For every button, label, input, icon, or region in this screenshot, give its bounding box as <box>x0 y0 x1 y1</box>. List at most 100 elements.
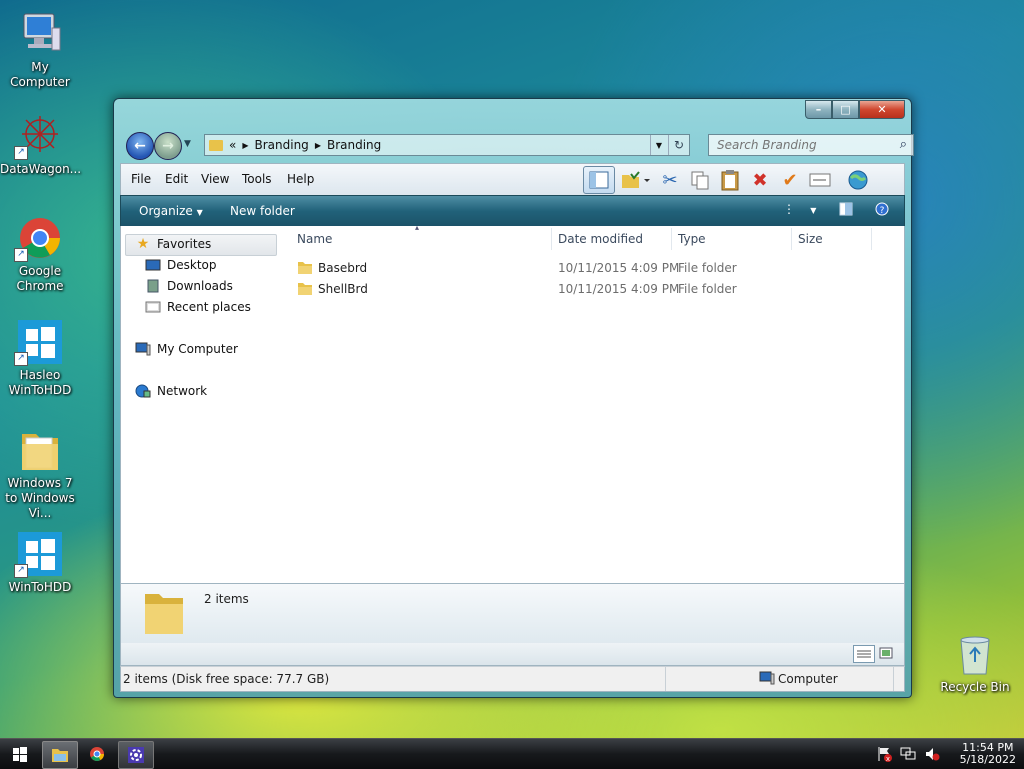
breadcrumb-item[interactable]: Branding <box>255 138 309 152</box>
desktop-icon-wintohdd[interactable]: ↗ WinToHDD <box>0 530 80 595</box>
column-type[interactable]: Type <box>678 232 706 246</box>
search-box[interactable]: ⌕ <box>708 134 914 156</box>
taskbar: x 11:54 PM 5/18/2022 <box>0 738 1024 769</box>
column-divider[interactable] <box>791 228 792 250</box>
paste-button[interactable] <box>715 167 745 193</box>
new-folder-button[interactable]: New folder <box>230 204 295 218</box>
checkmark-icon: ✔ <box>782 169 798 191</box>
delete-button[interactable]: ✖ <box>745 167 775 193</box>
refresh-button[interactable]: ↻ <box>668 135 689 155</box>
explorer-window[interactable]: – □ ✕ ← → ▼ « ▶ Branding ▶ Branding ▼ ↻ … <box>113 98 914 698</box>
preview-pane-toggle[interactable] <box>839 202 853 219</box>
file-list[interactable]: ▴ Name Date modified Type Size Basebrd 1… <box>279 223 905 583</box>
desktop-icon <box>145 258 161 272</box>
desktop-icon-google-chrome[interactable]: ↗ Google Chrome <box>0 214 80 294</box>
folder-options-button[interactable] <box>615 167 655 193</box>
nav-item-desktop[interactable]: Desktop <box>145 255 217 275</box>
status-divider <box>665 667 666 691</box>
action-center-flag-icon[interactable]: x <box>876 746 892 765</box>
arrow-left-icon: ← <box>134 138 146 154</box>
windows-logo-icon: ↗ <box>14 318 64 366</box>
copy-button[interactable] <box>685 167 715 193</box>
minimize-icon: – <box>815 103 822 116</box>
menu-file[interactable]: File <box>131 172 151 186</box>
clock-date: 5/18/2022 <box>959 753 1016 766</box>
computer-icon <box>759 671 775 688</box>
desktop-icon-windows7-to-vista[interactable]: Windows 7 to Windows Vi... <box>0 426 80 521</box>
system-clock[interactable]: 11:54 PM 5/18/2022 <box>960 742 1016 766</box>
network-icon <box>135 384 151 398</box>
properties-button[interactable]: ✔ <box>775 167 805 193</box>
pane-icon <box>839 202 853 216</box>
breadcrumb-overflow[interactable]: « <box>229 138 236 152</box>
details-view-button[interactable] <box>853 645 875 663</box>
taskbar-chrome-button[interactable] <box>82 741 112 767</box>
menu-help[interactable]: Help <box>287 172 314 186</box>
menu-view[interactable]: View <box>201 172 229 186</box>
help-button[interactable]: ? <box>875 202 889 219</box>
column-date-modified[interactable]: Date modified <box>558 232 643 246</box>
view-options-button[interactable]: ⋮ ▼ <box>783 202 816 216</box>
column-name[interactable]: Name <box>297 232 332 246</box>
navigation-row: ← → ▼ « ▶ Branding ▶ Branding ▼ ↻ ⌕ <box>124 132 914 160</box>
tiles-view-button[interactable] <box>877 645 895 661</box>
cut-button[interactable]: ✂ <box>655 167 685 193</box>
organize-button[interactable]: Organize ▼ <box>139 204 203 218</box>
folder-icon <box>209 139 223 151</box>
desktop-icon-recycle-bin[interactable]: Recycle Bin <box>935 630 1015 695</box>
gear-icon <box>128 747 144 763</box>
nav-item-favorites[interactable]: ★ Favorites <box>135 234 212 254</box>
large-icons-view-icon <box>879 647 893 659</box>
rename-icon <box>809 173 831 187</box>
rename-button[interactable] <box>805 167 835 193</box>
arrow-right-icon: → <box>162 138 174 154</box>
menu-edit[interactable]: Edit <box>165 172 188 186</box>
desktop-icon-hasleo-wintohdd[interactable]: ↗ Hasleo WinToHDD <box>0 318 80 398</box>
desktop-icon-label: Hasleo WinToHDD <box>8 368 72 397</box>
menu-bar: File Edit View Tools Help ✂ ✖ ✔ <box>120 163 905 196</box>
file-date: 10/11/2015 4:09 PM <box>558 261 680 275</box>
search-icon[interactable]: ⌕ <box>900 137 907 152</box>
caption-buttons: – □ ✕ <box>805 100 905 119</box>
desktop-icon-my-computer[interactable]: My Computer <box>0 10 80 90</box>
nav-item-recent-places[interactable]: Recent places <box>145 297 251 317</box>
address-dropdown-button[interactable]: ▼ <box>650 135 667 155</box>
downloads-icon <box>145 279 161 293</box>
back-button[interactable]: ← <box>126 132 154 160</box>
sort-indicator-icon: ▴ <box>415 223 420 232</box>
folder-icon <box>52 749 68 762</box>
desktop-icon-label: Windows 7 to Windows Vi... <box>5 476 75 520</box>
nav-label: Downloads <box>167 279 233 293</box>
nav-item-downloads[interactable]: Downloads <box>145 276 233 296</box>
address-bar[interactable]: « ▶ Branding ▶ Branding ▼ ↻ <box>204 134 690 156</box>
search-input[interactable] <box>715 137 891 153</box>
recent-pages-dropdown[interactable]: ▼ <box>184 139 191 149</box>
internet-button[interactable] <box>843 167 873 193</box>
taskbar-settings-button[interactable] <box>118 741 154 769</box>
column-divider[interactable] <box>671 228 672 250</box>
menu-tools[interactable]: Tools <box>242 172 272 186</box>
column-divider[interactable] <box>551 228 552 250</box>
breadcrumb-item[interactable]: Branding <box>327 138 381 152</box>
nav-item-network[interactable]: Network <box>135 381 207 401</box>
forward-button[interactable]: → <box>154 132 182 160</box>
column-size[interactable]: Size <box>798 232 823 246</box>
start-button[interactable] <box>6 741 34 767</box>
preview-pane-button[interactable] <box>583 166 615 194</box>
column-divider[interactable] <box>871 228 872 250</box>
desktop-icon-datawagon[interactable]: ↗ DataWagon... <box>0 112 81 177</box>
layout-pane-icon <box>589 171 609 189</box>
table-row[interactable]: ShellBrd 10/11/2015 4:09 PM File folder <box>279 279 904 299</box>
delete-x-icon: ✖ <box>752 169 768 191</box>
table-row[interactable]: Basebrd 10/11/2015 4:09 PM File folder <box>279 258 904 278</box>
taskbar-explorer-button[interactable] <box>42 741 78 769</box>
network-status-icon[interactable] <box>900 746 916 765</box>
scissors-icon: ✂ <box>662 169 678 191</box>
datawagon-icon: ↗ <box>14 112 64 160</box>
minimize-button[interactable]: – <box>805 100 832 119</box>
volume-muted-icon[interactable] <box>924 746 940 765</box>
nav-item-my-computer[interactable]: My Computer <box>135 339 238 359</box>
maximize-button[interactable]: □ <box>832 100 859 119</box>
file-name: ShellBrd <box>318 282 368 296</box>
close-button[interactable]: ✕ <box>859 100 905 119</box>
